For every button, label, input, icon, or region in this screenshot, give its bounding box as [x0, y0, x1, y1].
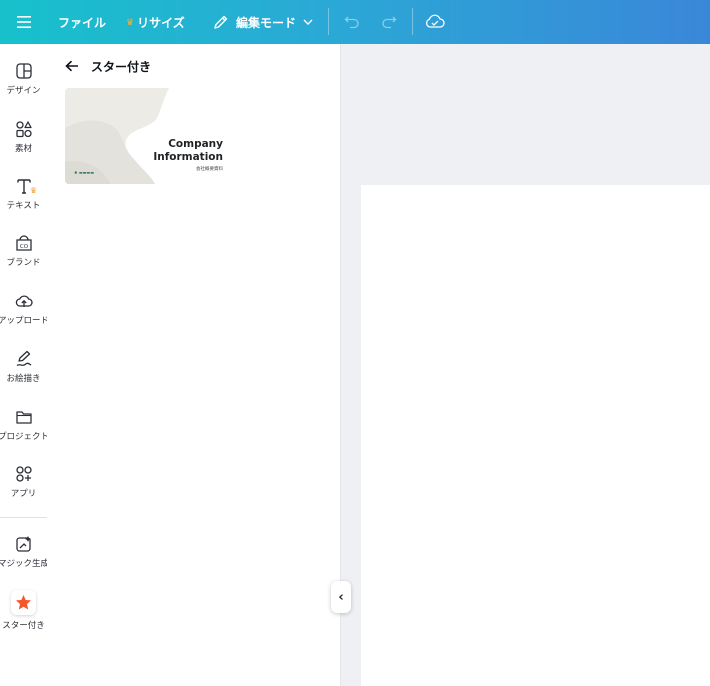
back-arrow-icon[interactable]	[65, 60, 79, 72]
edit-mode-dropdown[interactable]: 編集モード	[213, 0, 320, 44]
edit-mode-label: 編集モード	[236, 15, 297, 30]
brand-crown-icon: ♛	[30, 186, 38, 195]
crown-icon: ♛	[126, 18, 135, 28]
cloud-check-icon	[425, 14, 445, 28]
svg-text:CO: CO	[20, 244, 29, 250]
sidebar-item-projects[interactable]: プロジェクト	[0, 408, 49, 458]
file-menu-button[interactable]: ファイル	[58, 0, 106, 44]
sidebar-item-brand[interactable]: CO ブランド	[0, 234, 47, 284]
top-toolbar: ファイル ♛ リサイズ 編集モード	[0, 0, 710, 44]
template-title-line1: Company	[168, 138, 223, 150]
resize-button[interactable]: ♛ リサイズ	[126, 0, 185, 44]
sidebar-item-draw[interactable]: お絵描き	[0, 350, 47, 400]
sidebar-item-starred[interactable]: スター付き	[0, 590, 47, 631]
redo-button[interactable]	[379, 0, 399, 44]
folder-icon	[16, 411, 32, 424]
undo-icon	[344, 16, 359, 29]
resize-label: リサイズ	[137, 15, 185, 30]
template-title: Company Information	[153, 138, 223, 164]
menu-icon	[17, 16, 31, 28]
redo-icon	[382, 16, 397, 29]
apps-icon	[16, 466, 32, 482]
magic-icon	[16, 536, 31, 552]
panel-title: スター付き	[91, 59, 152, 74]
file-menu-label: ファイル	[58, 15, 107, 30]
elements-icon	[16, 121, 32, 138]
draw-icon	[16, 350, 32, 367]
panel-header: スター付き	[65, 58, 151, 74]
sidebar-item-magic[interactable]: マジック生成	[0, 535, 49, 585]
upload-icon	[15, 295, 33, 307]
template-thumbnail[interactable]: Company Information 会社概要資料 ♣ ▬▬▬▬	[65, 88, 225, 184]
sidebar-divider	[0, 517, 47, 518]
template-title-line2: Information	[153, 151, 223, 163]
starred-panel: スター付き Company Information 会社概要資料 ♣ ▬▬▬▬	[47, 44, 341, 686]
brand-icon: CO	[16, 235, 32, 251]
canvas-area	[341, 44, 710, 686]
menu-button[interactable]	[12, 0, 36, 44]
toolbar-divider	[328, 8, 329, 35]
design-page[interactable]	[361, 185, 710, 686]
undo-button[interactable]	[342, 0, 362, 44]
sidebar-item-apps[interactable]: アプリ	[0, 465, 47, 515]
chevron-down-icon	[303, 19, 313, 25]
toolbar-divider	[412, 8, 413, 35]
star-icon	[16, 595, 31, 610]
collapse-panel-button[interactable]: ‹	[331, 581, 351, 613]
design-icon	[16, 63, 32, 79]
sidebar-item-text[interactable]: テキスト	[0, 177, 47, 227]
chevron-left-icon: ‹	[338, 589, 344, 605]
template-logo: ♣ ▬▬▬▬	[74, 170, 94, 175]
template-subtitle: 会社概要資料	[196, 167, 223, 172]
starred-icon-box	[11, 590, 36, 615]
sidebar-item-elements[interactable]: 素材	[0, 120, 47, 170]
sidebar-item-upload[interactable]: アップロード	[0, 292, 49, 342]
cloud-save-status[interactable]	[424, 0, 446, 44]
sidebar-item-design[interactable]: デザイン	[0, 62, 47, 112]
left-sidebar: デザイン 素材 テキスト CO ブランド アップロード お絵描き プロジェクト …	[0, 44, 49, 686]
pencil-icon	[214, 15, 228, 29]
